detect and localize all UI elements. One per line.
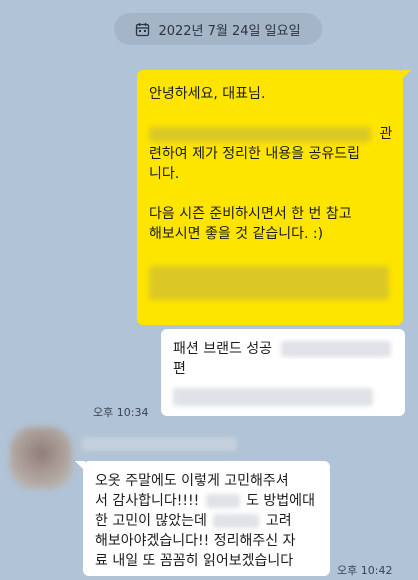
- redacted-text: [213, 514, 260, 528]
- sent-time: 오후 10:34: [93, 406, 149, 419]
- bubble-tail: [401, 70, 411, 80]
- redacted-text: [173, 388, 373, 406]
- received-time: 오후 10:42: [337, 564, 393, 577]
- redacted-text: [149, 126, 371, 142]
- message-line: 료 내일 또 꼼꼼히 읽어보겠습니다: [95, 553, 294, 569]
- calendar-icon: [136, 22, 150, 36]
- message-line: 편: [173, 361, 186, 377]
- redacted-text: [280, 341, 391, 357]
- message-line: 다음 시즌 준비하시면서 한 번 참고: [149, 206, 352, 222]
- message-line: 서 감사합니다!!!!: [95, 493, 200, 509]
- avatar[interactable]: [10, 427, 72, 489]
- bubble-tail: [75, 461, 85, 471]
- sent-message-bubble[interactable]: 안녕하세요, 대표님. 관 련하여 제가 정리한 내용을 공유드립 니다. 다음…: [137, 70, 411, 325]
- message-line: 련하여 제가 정리한 내용을 공유드립: [149, 146, 360, 162]
- message-line: 도 방법에대: [246, 493, 315, 509]
- redacted-text: [205, 494, 240, 508]
- message-line: 패션 브랜드 성공: [173, 341, 273, 357]
- date-divider-text: 2022년 7월 24일 일요일: [158, 23, 301, 39]
- received-message-bubble[interactable]: 오옷 주말에도 이렇게 고민해주셔 서 감사합니다!!!! 도 방법에대 한 고…: [75, 461, 330, 576]
- message-line: 오옷 주말에도 이렇게 고민해주셔: [95, 473, 289, 489]
- link-message-bubble[interactable]: 패션 브랜드 성공 편: [161, 329, 405, 416]
- redacted-text: [149, 266, 389, 300]
- message-line: 안녕하세요, 대표님.: [149, 86, 266, 102]
- message-line: 한 고민이 많았는데: [95, 513, 207, 529]
- date-divider: 2022년 7월 24일 일요일: [114, 13, 322, 45]
- message-line: 니다.: [149, 166, 180, 182]
- message-line: 해보아야겠습니다!! 정리해주신 자: [95, 533, 296, 549]
- sender-name-redacted: [82, 437, 237, 451]
- message-line: 고려: [265, 513, 292, 529]
- message-line: 해보시면 좋을 것 같습니다. :): [149, 226, 324, 242]
- message-line: 관: [379, 126, 393, 142]
